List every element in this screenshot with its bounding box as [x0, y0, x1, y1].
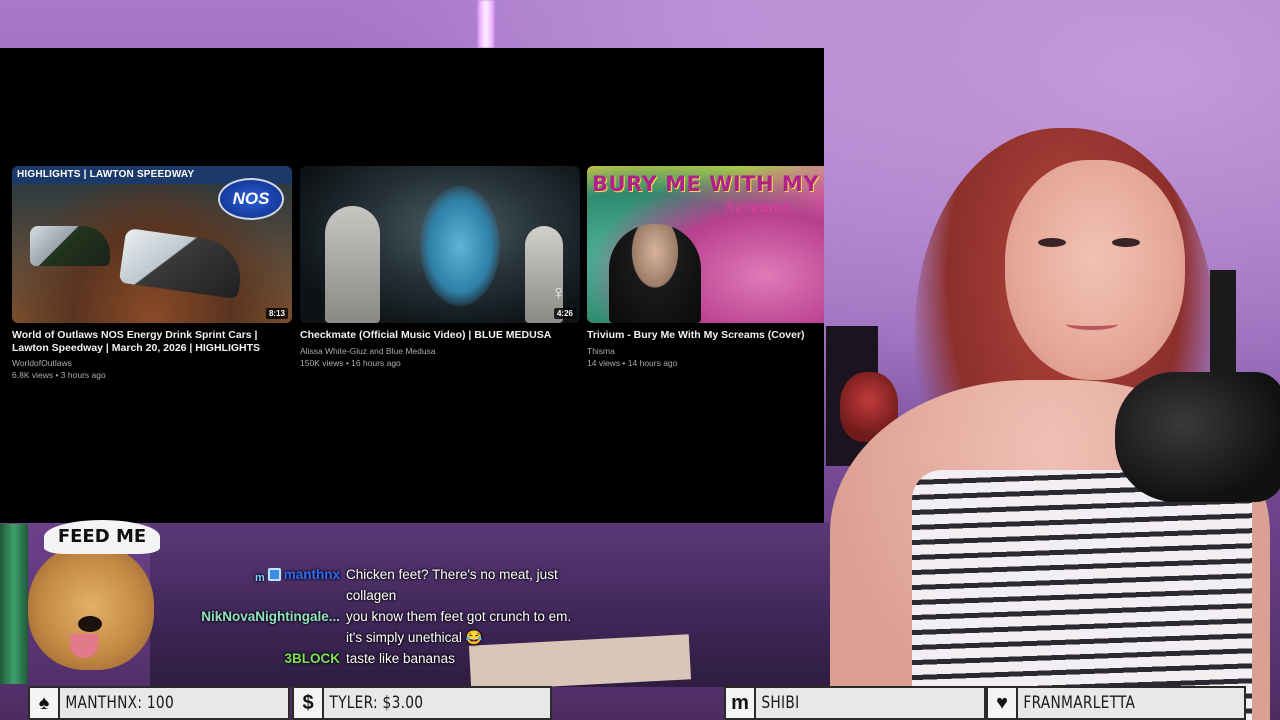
- chat-message-row: 3BLOCK taste like bananas: [190, 648, 590, 669]
- sprint-car-back: [30, 226, 110, 266]
- m-icon: m: [726, 688, 756, 718]
- dog-nose: [78, 616, 102, 632]
- spade-icon: ♠: [30, 688, 60, 718]
- alert-text: TYLER: $3.00: [329, 693, 424, 713]
- streamer-eye-left: [1038, 238, 1066, 247]
- streamer-eye-right: [1112, 238, 1140, 247]
- nos-logo: NOS: [218, 178, 284, 220]
- alert-text: SHIBI: [761, 693, 800, 713]
- chat-overlay: m manthnx Chicken feet? There's no meat, …: [190, 564, 590, 669]
- striped-top: [912, 470, 1252, 720]
- recent-events-bar: ♠ MANTHNX: 100 $ TYLER: $3.00 m SHIBI ♥ …: [0, 686, 1280, 720]
- feed-me-dog-overlay: FEED ME: [22, 518, 162, 678]
- video-stats: 6.8K views • 3 hours ago: [12, 370, 106, 380]
- chat-message-text: Chicken feet? There's no meat, just coll…: [346, 567, 558, 603]
- microphone: [1115, 372, 1280, 502]
- video-card-2[interactable]: ♀ 4:26 Checkmate (Official Music Video) …: [300, 166, 580, 369]
- album-art-title: BURY ME WITH MY: [592, 172, 819, 196]
- led-light-strip: [478, 0, 494, 48]
- video-channel[interactable]: Thisma: [587, 345, 824, 357]
- video-channel[interactable]: WorldofOutlaws: [12, 357, 292, 369]
- video-title[interactable]: Checkmate (Official Music Video) | BLUE …: [300, 329, 580, 342]
- album-art-person: [609, 224, 701, 323]
- subscriber-badge-icon: [267, 568, 281, 581]
- video-channel[interactable]: Alissa White-Gluz and Blue Medusa: [300, 345, 580, 357]
- blue-hair-singer: [420, 186, 500, 306]
- video-stats: 14 views • 14 hours ago: [587, 357, 678, 368]
- video-title[interactable]: World of Outlaws NOS Energy Drink Sprint…: [12, 329, 292, 354]
- heart-icon: ♥: [988, 688, 1018, 718]
- album-art-script: Screams: [725, 198, 791, 216]
- hooded-figure-left: [325, 206, 380, 323]
- latest-bits-alert: ♠ MANTHNX: 100: [28, 686, 290, 720]
- chat-username: 3BLOCK: [284, 651, 340, 666]
- video-thumbnail-3[interactable]: BURY ME WITH MY Screams: [587, 166, 824, 323]
- latest-member-alert: m SHIBI: [724, 686, 986, 720]
- chat-message-text: you know them feet got crunch to em. it'…: [346, 609, 572, 645]
- chat-message-row: NikNovaNightingale... you know them feet…: [190, 606, 590, 648]
- chat-message-row: m manthnx Chicken feet? There's no meat, …: [190, 564, 590, 606]
- moderator-badge-icon: m: [254, 572, 265, 584]
- video-thumbnail-2[interactable]: ♀ 4:26: [300, 166, 580, 323]
- alert-text: MANTHNX: 100: [65, 693, 174, 713]
- feed-me-sign: FEED ME: [44, 520, 160, 554]
- video-thumbnail-1[interactable]: HIGHLIGHTS | LAWTON SPEEDWAY NOS 8:13: [12, 166, 292, 323]
- chat-username: NikNovaNightingale...: [201, 609, 340, 624]
- alert-text: FRANMARLETTA: [1023, 693, 1136, 713]
- video-stats: 150K views • 16 hours ago: [300, 357, 401, 368]
- video-card-1[interactable]: HIGHLIGHTS | LAWTON SPEEDWAY NOS 8:13 Wo…: [12, 166, 292, 381]
- dog-tongue: [70, 634, 98, 658]
- video-duration: 4:26: [553, 308, 576, 319]
- video-card-3[interactable]: BURY ME WITH MY Screams Trivium - Bury M…: [587, 166, 824, 369]
- sprint-car-front: [118, 227, 246, 300]
- venus-symbol-icon: ♀: [551, 282, 566, 304]
- chat-message-text: taste like bananas: [346, 651, 455, 666]
- streamer-mouth: [1066, 318, 1118, 330]
- chat-username: m manthnx: [254, 567, 340, 584]
- youtube-panel: HIGHLIGHTS | LAWTON SPEEDWAY NOS 8:13 Wo…: [0, 48, 824, 523]
- latest-donation-alert: $ TYLER: $3.00: [292, 686, 552, 720]
- streamer-face: [1005, 160, 1185, 380]
- video-title[interactable]: Trivium - Bury Me With My Screams (Cover…: [587, 329, 824, 342]
- video-duration: 8:13: [265, 308, 288, 319]
- thumbnail-banner: HIGHLIGHTS | LAWTON SPEEDWAY: [17, 169, 195, 180]
- dollar-icon: $: [294, 688, 324, 718]
- latest-follower-alert: ♥ FRANMARLETTA: [986, 686, 1246, 720]
